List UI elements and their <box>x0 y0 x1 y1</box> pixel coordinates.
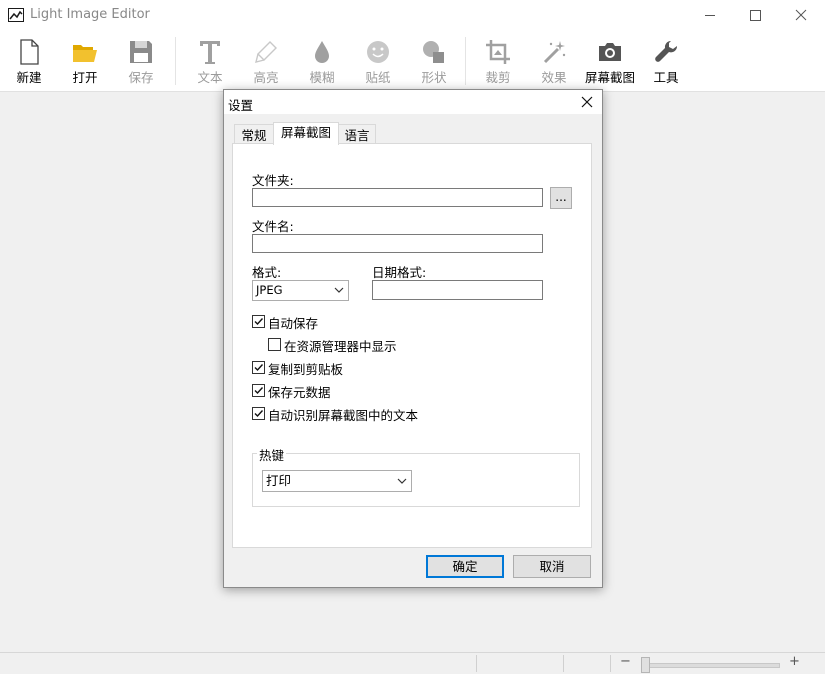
close-icon <box>795 9 807 21</box>
ok-button[interactable]: 确定 <box>426 555 504 578</box>
new-label: 新建 <box>16 70 42 85</box>
shape-button[interactable]: 形状 <box>406 31 462 91</box>
auto-save-label: 自动保存 <box>268 316 319 331</box>
status-separator <box>563 655 564 672</box>
format-select[interactable]: JPEG <box>252 280 349 301</box>
tools-label: 工具 <box>653 70 679 85</box>
zoom-in-button[interactable]: + <box>789 654 800 669</box>
sticker-button[interactable]: 贴纸 <box>350 31 406 91</box>
tab-language[interactable]: 语言 <box>338 124 376 145</box>
camera-icon <box>599 43 621 61</box>
format-select-value: JPEG <box>256 283 283 297</box>
copy-clipboard-label: 复制到剪贴板 <box>268 362 344 377</box>
screenshot-button[interactable]: 屏幕截图 <box>582 31 638 91</box>
screenshot-label: 屏幕截图 <box>584 70 635 85</box>
blur-label: 模糊 <box>309 70 335 85</box>
filename-label: 文件名: <box>252 219 294 234</box>
crop-button[interactable]: 裁剪 <box>470 31 526 91</box>
toolbar-separator <box>465 37 466 85</box>
wrench-icon <box>655 40 678 62</box>
date-format-label: 日期格式: <box>372 265 427 280</box>
hotkey-select-value: 打印 <box>266 473 292 488</box>
magic-wand-icon <box>543 41 566 64</box>
show-in-explorer-checkbox[interactable] <box>268 338 281 351</box>
status-separator <box>476 655 477 672</box>
date-format-input[interactable] <box>372 280 543 300</box>
shapes-icon <box>423 41 444 63</box>
cancel-button[interactable]: 取消 <box>513 555 591 578</box>
zoom-slider-track[interactable] <box>644 663 780 668</box>
tools-button[interactable]: 工具 <box>638 31 694 91</box>
tab-screenshot[interactable]: 屏幕截图 <box>273 122 339 145</box>
text-icon <box>200 41 220 64</box>
auto-ocr-label: 自动识别屏幕截图中的文本 <box>268 408 419 423</box>
app-logo-icon <box>8 8 24 22</box>
new-button[interactable]: 新建 <box>1 31 57 91</box>
copy-clipboard-checkbox[interactable] <box>252 361 265 374</box>
screenshot-tab-panel: 文件夹: ... 文件名: 格式: JPEG 日期格式: 自动保存 在资源管理器… <box>232 143 592 548</box>
minimize-button[interactable] <box>687 0 733 31</box>
check-icon <box>254 387 264 395</box>
chevron-down-icon <box>334 287 344 293</box>
status-bar: − + <box>0 652 825 674</box>
close-icon <box>581 96 593 108</box>
window-title: Light Image Editor <box>30 7 150 22</box>
status-separator <box>610 655 611 672</box>
folder-input[interactable] <box>252 188 543 207</box>
open-label: 打开 <box>72 70 98 85</box>
show-in-explorer-label: 在资源管理器中显示 <box>284 339 397 354</box>
text-label: 文本 <box>197 70 223 85</box>
crop-icon <box>486 40 510 64</box>
folder-label: 文件夹: <box>252 173 294 188</box>
droplet-icon <box>315 41 329 63</box>
save-label: 保存 <box>128 70 154 85</box>
close-window-button[interactable] <box>779 0 825 31</box>
browse-folder-button[interactable]: ... <box>550 187 572 209</box>
highlight-button[interactable]: 高亮 <box>238 31 294 91</box>
dialog-title: 设置 <box>228 98 254 113</box>
minimize-icon <box>705 15 715 16</box>
dialog-title-bar: 设置 <box>224 90 602 114</box>
effects-label: 效果 <box>541 70 567 85</box>
effects-button[interactable]: 效果 <box>526 31 582 91</box>
auto-ocr-checkbox[interactable] <box>252 407 265 420</box>
hotkey-group-title: 热键 <box>257 445 287 464</box>
open-button[interactable]: 打开 <box>57 31 113 91</box>
highlight-label: 高亮 <box>253 70 279 85</box>
save-button[interactable]: 保存 <box>113 31 169 91</box>
check-icon <box>254 364 264 372</box>
check-icon <box>254 318 264 326</box>
blur-button[interactable]: 模糊 <box>294 31 350 91</box>
filename-input[interactable] <box>252 234 543 253</box>
toolbar-separator <box>175 37 176 85</box>
shape-label: 形状 <box>421 70 447 85</box>
chevron-down-icon <box>397 478 407 484</box>
zoom-out-button[interactable]: − <box>620 654 631 669</box>
new-file-icon <box>20 39 39 65</box>
maximize-icon <box>750 10 761 21</box>
highlighter-icon <box>255 41 277 63</box>
title-bar: Light Image Editor <box>0 0 825 31</box>
save-metadata-label: 保存元数据 <box>268 385 331 400</box>
settings-dialog: 设置 常规 屏幕截图 语言 文件夹: ... 文件名: 格式: JPEG 日期格… <box>223 89 603 588</box>
tab-general[interactable]: 常规 <box>234 124 274 145</box>
save-metadata-checkbox[interactable] <box>252 384 265 397</box>
sticker-label: 贴纸 <box>365 70 391 85</box>
hotkey-select[interactable]: 打印 <box>262 470 412 492</box>
toolbar: 新建 打开 保存 文本 高亮 模糊 贴纸 形状 裁剪 效果 屏幕截图 工具 <box>0 31 825 92</box>
save-icon <box>130 41 152 63</box>
crop-label: 裁剪 <box>485 70 511 85</box>
text-button[interactable]: 文本 <box>182 31 238 91</box>
zoom-slider-thumb[interactable] <box>641 657 650 673</box>
check-icon <box>254 410 264 418</box>
dialog-close-button[interactable] <box>576 92 598 112</box>
smiley-icon <box>367 41 389 63</box>
format-label: 格式: <box>252 265 282 280</box>
auto-save-checkbox[interactable] <box>252 315 265 328</box>
maximize-button[interactable] <box>733 0 779 31</box>
folder-open-icon <box>73 45 97 62</box>
